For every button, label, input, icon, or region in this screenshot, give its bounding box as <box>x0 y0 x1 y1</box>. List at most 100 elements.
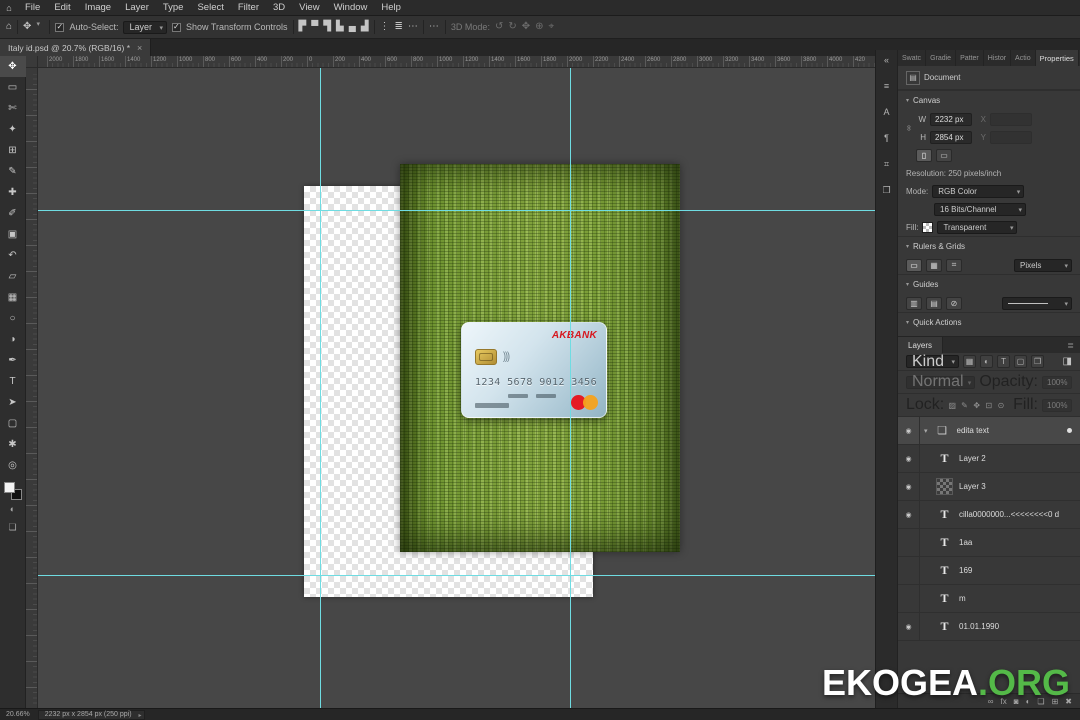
lock-all-icon[interactable]: ⊙ <box>997 399 1005 411</box>
path-selection-tool[interactable]: ➤ <box>0 392 26 413</box>
collapse-panels-icon[interactable]: « <box>879 53 895 67</box>
fill-swatch-icon[interactable] <box>922 222 933 233</box>
menu-item-select[interactable]: Select <box>190 0 230 15</box>
screen-mode-icon[interactable]: ❏ <box>0 518 26 536</box>
toggle-snap-icon[interactable]: ⌗ <box>946 259 962 272</box>
move-tool[interactable]: ✥ <box>0 56 26 77</box>
quick-mask-icon[interactable]: ◐ <box>0 500 26 518</box>
layer-visibility-toggle[interactable] <box>898 585 920 612</box>
horizontal-ruler[interactable]: 2000180016001400120010008006004002000200… <box>38 56 875 68</box>
filter-type-layers-icon[interactable]: T <box>997 355 1010 368</box>
fill-dropdown[interactable]: Transparent <box>937 221 1017 234</box>
lock-artboard-icon[interactable]: ⊡ <box>985 399 993 411</box>
layer-visibility-toggle[interactable]: ◉ <box>898 613 920 640</box>
opacity-input[interactable]: 100% <box>1042 376 1072 389</box>
menu-item-view[interactable]: View <box>292 0 326 15</box>
rulers-grids-section-header[interactable]: Rulers & Grids <box>898 236 1080 256</box>
layer-row[interactable]: ◉▾❏edita text <box>898 417 1080 445</box>
vertical-guide[interactable] <box>320 68 321 708</box>
close-tab-icon[interactable]: × <box>137 43 142 53</box>
layer-row[interactable]: ◉Layer 3 <box>898 473 1080 501</box>
align-center-icon[interactable]: ▀ <box>311 22 318 32</box>
layer-fill-input[interactable]: 100% <box>1042 399 1072 412</box>
layer-row[interactable]: ◉Tcilla0000000...<<<<<<<<0 d <box>898 501 1080 529</box>
glyphs-panel-icon[interactable]: ⌗ <box>879 157 895 171</box>
layer-visibility-toggle[interactable]: ◉ <box>898 473 920 500</box>
hand-tool[interactable]: ✱ <box>0 434 26 455</box>
align-left-icon[interactable]: ▛ <box>299 22 307 32</box>
menu-item-3d[interactable]: 3D <box>266 0 292 15</box>
link-dimensions-icon[interactable]: ∞ <box>904 125 913 131</box>
menu-item-edit[interactable]: Edit <box>47 0 77 15</box>
lock-guides-icon[interactable]: ▤ <box>926 297 942 310</box>
layer-visibility-toggle[interactable]: ◉ <box>898 417 920 444</box>
layer-visibility-toggle[interactable] <box>898 529 920 556</box>
panel-tab-gradie[interactable]: Gradie <box>926 50 956 66</box>
guides-section-header[interactable]: Guides <box>898 274 1080 294</box>
blur-tool[interactable]: ○ <box>0 308 26 329</box>
filter-shape-layers-icon[interactable]: ▢ <box>1014 355 1027 368</box>
filter-toggle-icon[interactable]: ◨ <box>1063 357 1072 367</box>
credit-card-image[interactable]: AKBANK ))) 1234 5678 9012 3456 <box>461 322 607 418</box>
menu-item-type[interactable]: Type <box>156 0 191 15</box>
zoom-level[interactable]: 20.66% <box>6 711 30 718</box>
shape-tool[interactable]: ▢ <box>0 413 26 434</box>
lock-position-icon[interactable]: ✥ <box>973 399 981 411</box>
lasso-tool[interactable]: ✄ <box>0 98 26 119</box>
eraser-tool[interactable]: ▱ <box>0 266 26 287</box>
align-bottom-icon[interactable]: ▟ <box>361 22 369 32</box>
distribute-spacing-icon[interactable]: ⋯ <box>408 22 418 32</box>
menu-item-window[interactable]: Window <box>327 0 375 15</box>
tool-preset-caret-icon[interactable] <box>36 23 44 31</box>
layer-row[interactable]: T1aa <box>898 529 1080 557</box>
eyedropper-tool[interactable]: ✎ <box>0 161 26 182</box>
home-icon[interactable]: ⌂ <box>6 22 12 32</box>
canvas-width-input[interactable]: 2232 px <box>930 113 972 126</box>
document-tab[interactable]: Italy id.psd @ 20.7% (RGB/16) * × <box>0 39 151 56</box>
distribute-vertical-icon[interactable]: ⋮ <box>380 22 390 32</box>
align-right-icon[interactable]: ▜ <box>323 22 331 32</box>
menu-item-filter[interactable]: Filter <box>231 0 266 15</box>
marquee-tool[interactable]: ▭ <box>0 77 26 98</box>
healing-brush-tool[interactable]: ✚ <box>0 182 26 203</box>
dodge-tool[interactable]: ◑ <box>0 329 26 350</box>
color-mode-dropdown[interactable]: RGB Color <box>932 185 1024 198</box>
menu-item-image[interactable]: Image <box>78 0 118 15</box>
paragraph-panel-icon[interactable]: ¶ <box>879 131 895 145</box>
vertical-guide[interactable] <box>570 68 571 708</box>
filter-pixel-layers-icon[interactable]: ▦ <box>963 355 976 368</box>
toggle-rulers-icon[interactable]: ▭ <box>906 259 922 272</box>
show-transform-checkbox[interactable] <box>172 23 181 32</box>
panel-tab-swatc[interactable]: Swatc <box>898 50 926 66</box>
bit-depth-dropdown[interactable]: 16 Bits/Channel <box>934 203 1026 216</box>
quick-selection-tool[interactable]: ✦ <box>0 119 26 140</box>
panel-tab-patter[interactable]: Patter <box>956 50 984 66</box>
new-guide-layout-icon[interactable]: ▥ <box>906 297 922 310</box>
panel-menu-icon[interactable]: ≣ <box>1061 337 1080 353</box>
vertical-ruler[interactable] <box>26 68 38 708</box>
lock-transparency-icon[interactable]: ▨ <box>948 399 956 411</box>
clear-guides-icon[interactable]: ⊘ <box>946 297 962 310</box>
type-tool[interactable]: T <box>0 371 26 392</box>
ruler-origin-corner[interactable] <box>26 56 38 68</box>
layer-row[interactable]: Tm <box>898 585 1080 613</box>
panel-tab-histor[interactable]: Histor <box>984 50 1011 66</box>
canvas-viewport[interactable]: AKBANK ))) 1234 5678 9012 3456 <box>38 68 875 708</box>
clone-source-panel-icon[interactable]: ❐ <box>879 183 895 197</box>
layer-row[interactable]: ◉T01.01.1990 <box>898 613 1080 641</box>
horizontal-guide[interactable] <box>38 210 875 211</box>
kind-filter-dropdown[interactable]: Kind <box>906 355 959 368</box>
horizontal-guide[interactable] <box>38 575 875 576</box>
layer-visibility-toggle[interactable] <box>898 557 920 584</box>
layer-visibility-toggle[interactable]: ◉ <box>898 501 920 528</box>
auto-select-target-dropdown[interactable]: Layer <box>123 21 167 34</box>
auto-select-checkbox[interactable] <box>55 23 64 32</box>
foreground-color-swatch[interactable] <box>4 482 15 493</box>
align-middle-icon[interactable]: ▄ <box>349 22 356 32</box>
filter-adjustment-layers-icon[interactable]: ◐ <box>980 355 993 368</box>
canvas-section-header[interactable]: Canvas <box>898 90 1080 110</box>
group-expand-icon[interactable]: ▾ <box>924 427 928 435</box>
align-top-icon[interactable]: ▙ <box>336 22 344 32</box>
quick-actions-section-header[interactable]: Quick Actions <box>898 312 1080 332</box>
zoom-tool[interactable]: ◎ <box>0 455 26 476</box>
